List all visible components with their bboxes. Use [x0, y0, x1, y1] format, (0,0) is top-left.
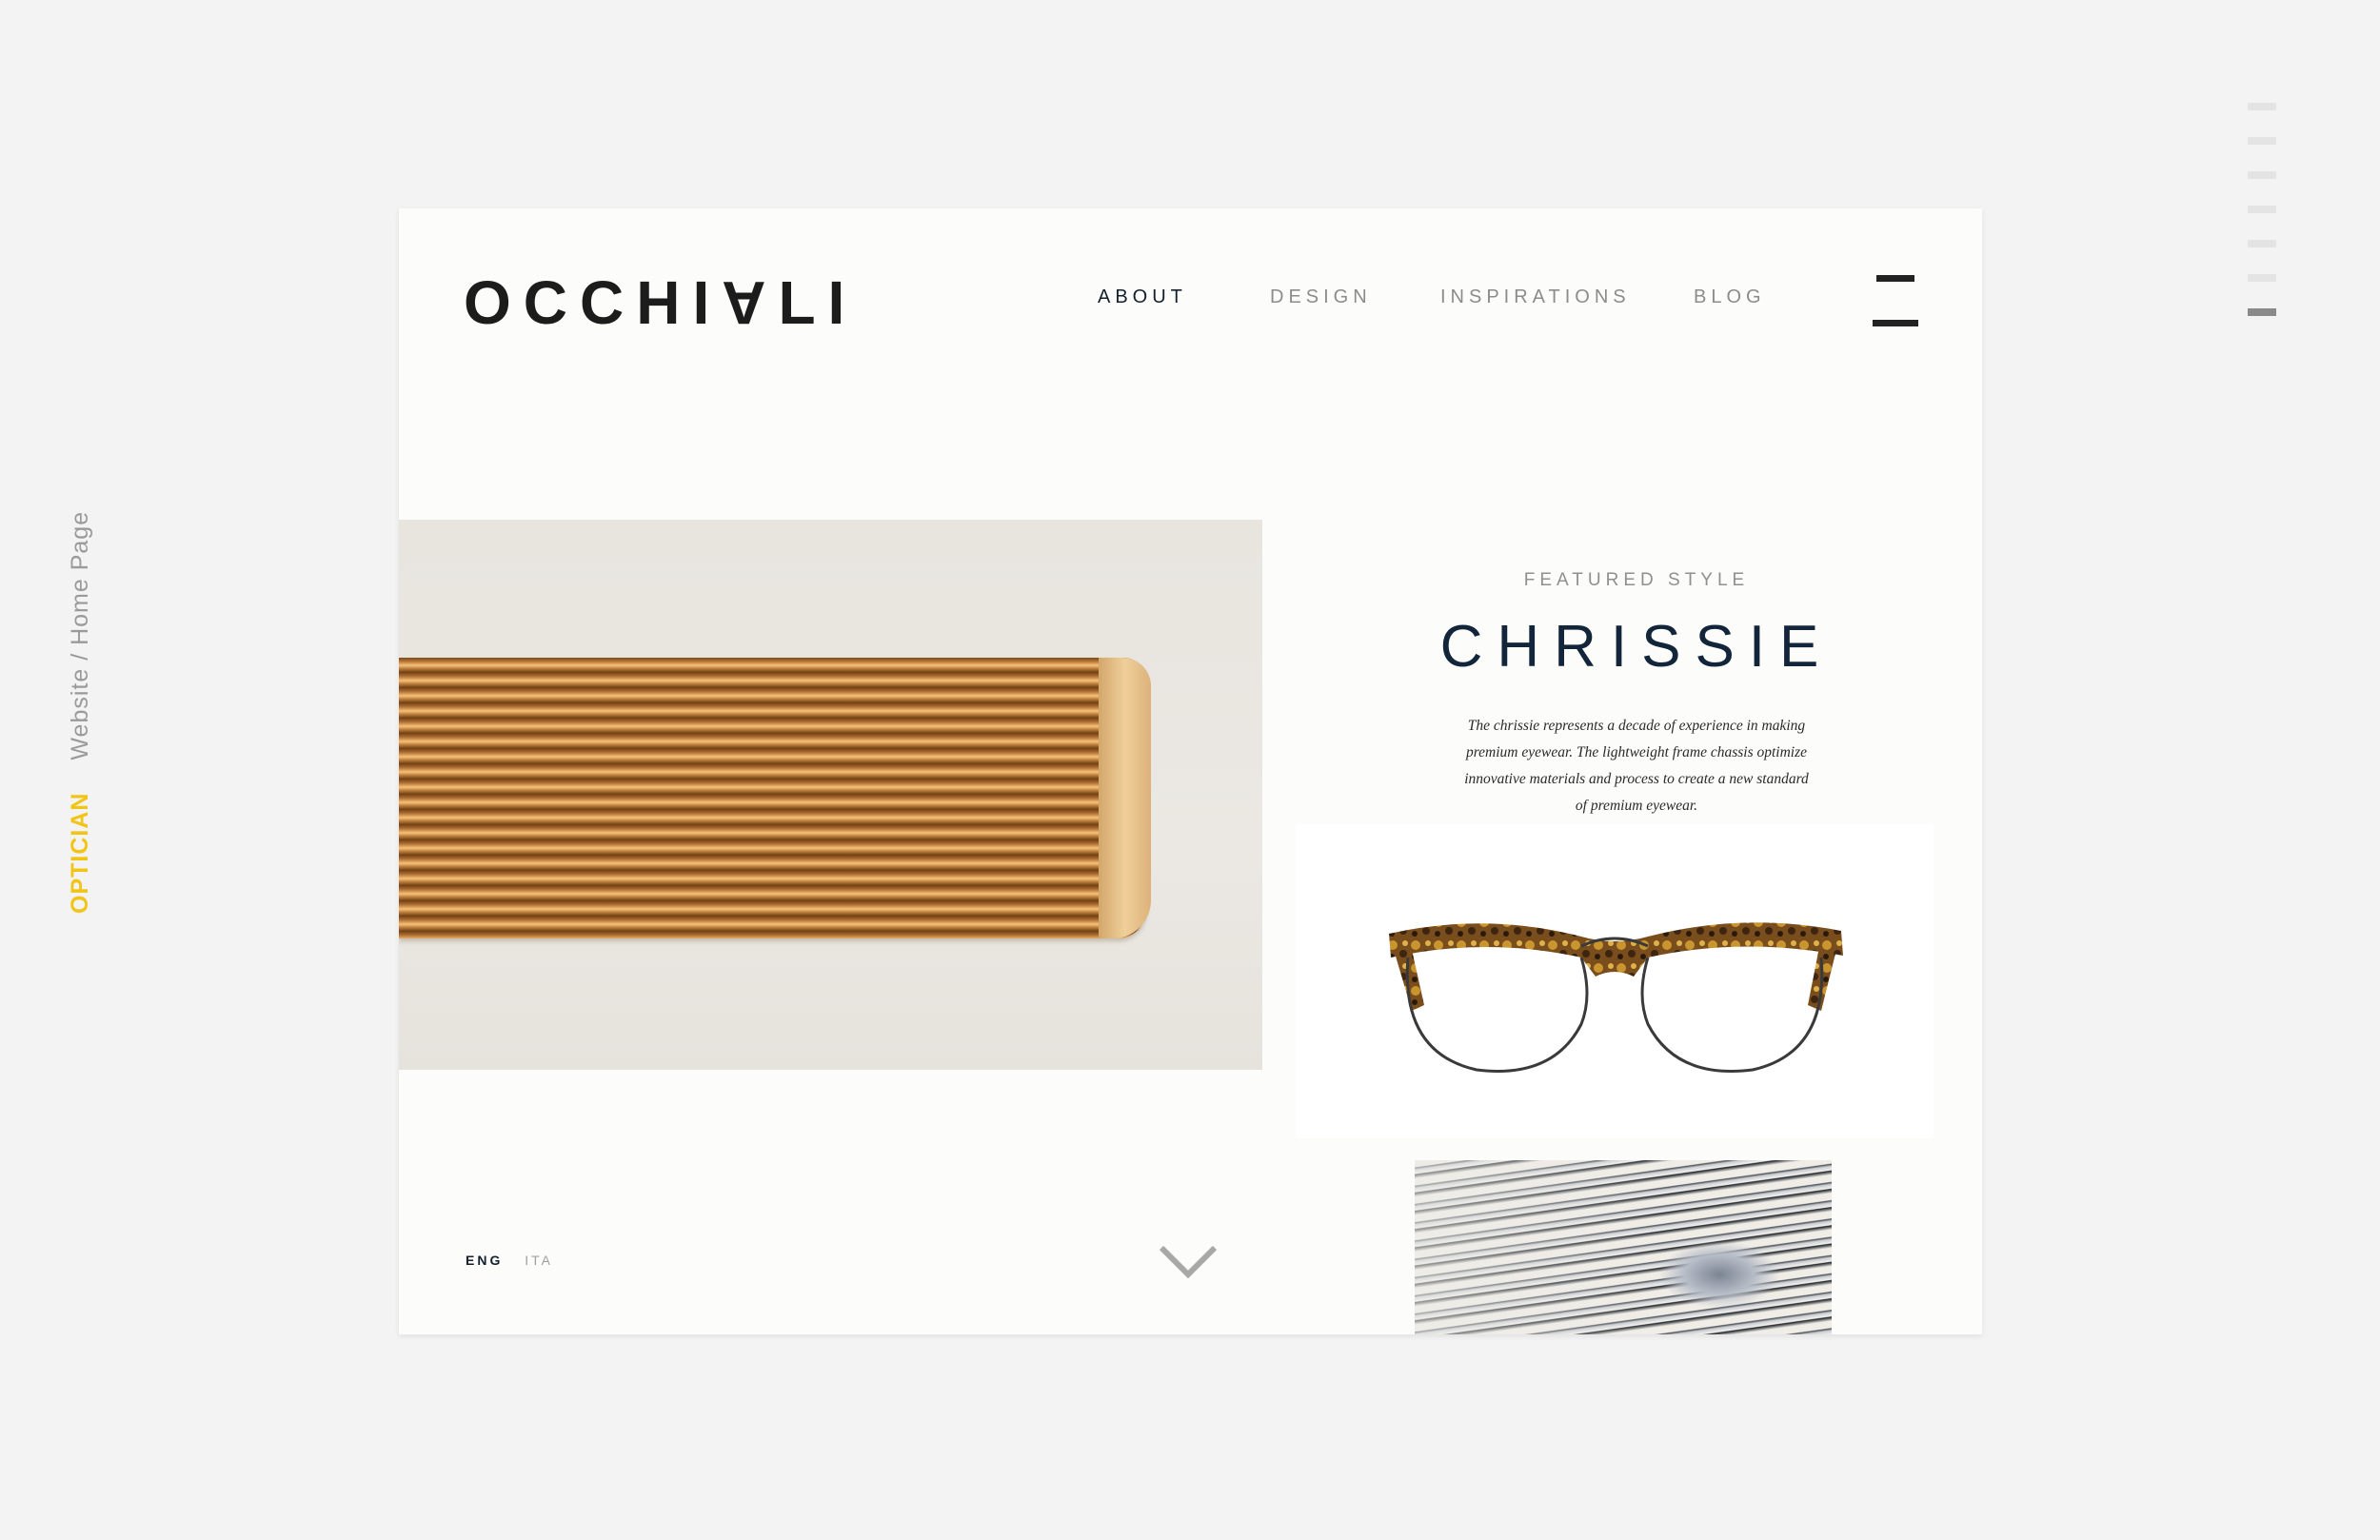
lang-ita[interactable]: ITA: [525, 1253, 553, 1268]
nav-blog[interactable]: BLOG: [1694, 286, 1766, 308]
featured-description: The chrissie represents a decade of expe…: [1464, 718, 1809, 814]
nav-design[interactable]: DESIGN: [1270, 286, 1372, 308]
nav-inspirations[interactable]: INSPIRATIONS: [1440, 286, 1631, 308]
page-indicator-dot[interactable]: [2248, 137, 2276, 145]
featured-title[interactable]: CHRISSIE: [1398, 613, 1874, 681]
page-indicator-dot[interactable]: [2248, 171, 2276, 179]
lang-eng[interactable]: ENG: [466, 1253, 503, 1268]
marble-texture-image: [1415, 1160, 1832, 1334]
language-switcher: ENG ITA: [466, 1253, 568, 1268]
chevron-down-icon[interactable]: [1158, 1244, 1219, 1280]
gold-bar-end: [1099, 658, 1151, 938]
nav-about[interactable]: ABOUT: [1098, 286, 1187, 308]
page-indicator-dot[interactable]: [2248, 103, 2276, 110]
project-tag: OPTICIAN: [67, 792, 93, 914]
hamburger-icon[interactable]: [1873, 275, 1918, 326]
featured-label: FEATURED STYLE: [1523, 570, 1750, 590]
page-indicator-dot[interactable]: [2248, 206, 2276, 213]
page-indicator-dot[interactable]: [2248, 274, 2276, 282]
hero-image: [399, 520, 1262, 1070]
page-indicator-dot[interactable]: [2248, 240, 2276, 247]
page-indicator: [2248, 103, 2276, 343]
main-nav: ABOUT DESIGN INSPIRATIONS BLOG: [399, 286, 1982, 315]
product-image-glasses[interactable]: [1296, 824, 1934, 1138]
gold-ribbed-bar: [399, 658, 1146, 938]
page-indicator-dot-active[interactable]: [2248, 308, 2276, 316]
side-caption: OPTICIAN Website / Home Page: [67, 511, 94, 914]
website-card: OCCHIALI ABOUT DESIGN INSPIRATIONS BLOG …: [399, 208, 1982, 1334]
page-path: Website / Home Page: [67, 510, 93, 760]
